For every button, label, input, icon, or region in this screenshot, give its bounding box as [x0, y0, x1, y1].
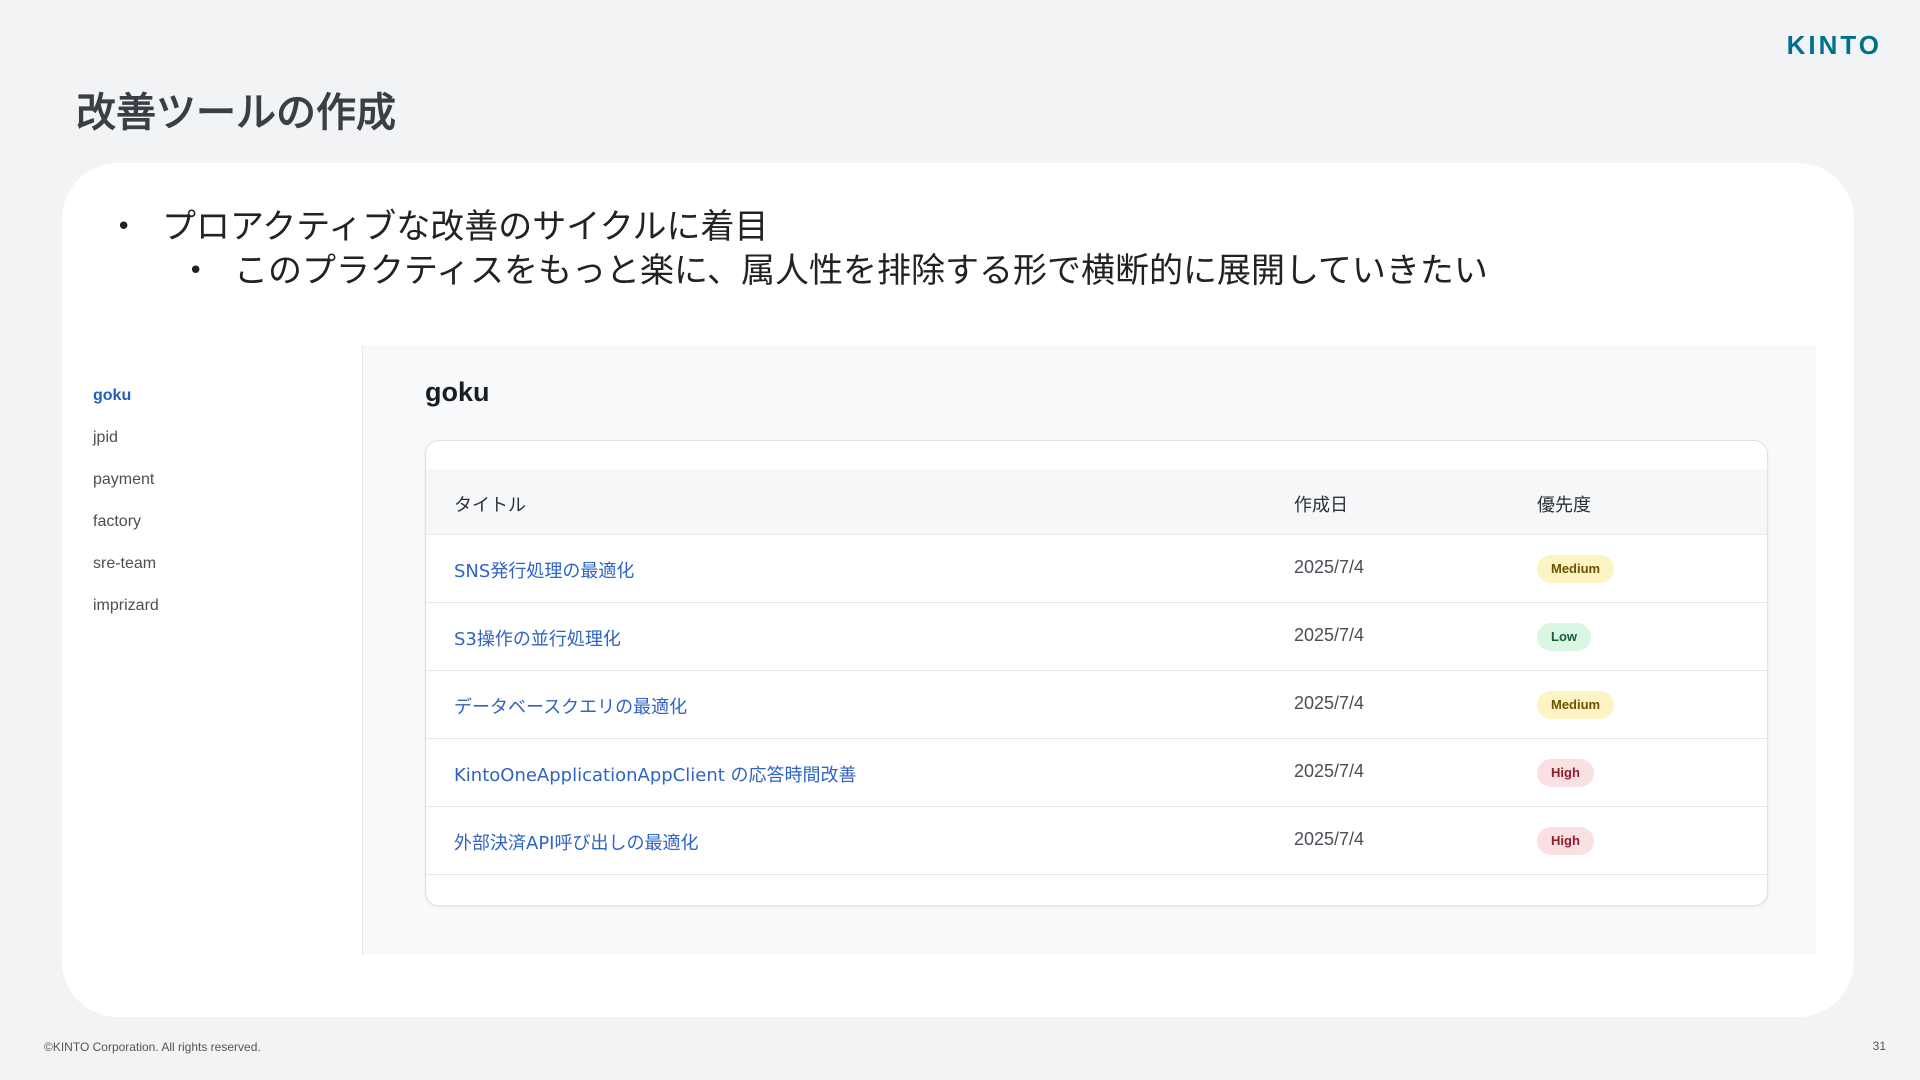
bullet-text: このプラクティスをもっと楽に、属人性を排除する形で横断的に展開していきたい	[234, 251, 1488, 291]
priority-badge: Medium	[1537, 555, 1615, 583]
content-card: • プロアクティブな改善のサイクルに着目 • このプラクティスをもっと楽に、属人…	[62, 163, 1854, 1017]
bullet-level1: • プロアクティブな改善のサイクルに着目	[116, 205, 1488, 249]
priority-badge: Medium	[1537, 691, 1615, 719]
project-title: goku	[425, 377, 490, 407]
bullet-dot-icon: •	[116, 212, 132, 242]
table-header: タイトル 作成日 優先度	[426, 469, 1767, 535]
issue-date: 2025/7/4	[1294, 761, 1365, 781]
bullet-list: • プロアクティブな改善のサイクルに着目 • このプラクティスをもっと楽に、属人…	[116, 205, 1488, 293]
issues-table: タイトル 作成日 優先度 SNS発行処理の最適化 2025/7/4 Medium…	[425, 440, 1768, 906]
issue-title-link[interactable]: 外部決済API呼び出しの最適化	[454, 829, 698, 855]
header-date: 作成日	[1294, 495, 1348, 516]
priority-badge: High	[1537, 759, 1594, 787]
issue-title-link[interactable]: SNS発行処理の最適化	[454, 557, 634, 583]
sidebar-item-goku[interactable]: goku	[93, 387, 131, 405]
header-priority: 優先度	[1537, 495, 1591, 516]
sidebar-item-sre-team[interactable]: sre-team	[93, 555, 156, 573]
slide: KINTO 改善ツールの作成 • プロアクティブな改善のサイクルに着目 • この…	[0, 0, 1920, 1080]
priority-badge: High	[1537, 827, 1594, 855]
table-row: SNS発行処理の最適化 2025/7/4 Medium	[426, 535, 1767, 603]
table-row: データベースクエリの最適化 2025/7/4 Medium	[426, 671, 1767, 739]
issue-title-link[interactable]: KintoOneApplicationAppClient の応答時間改善	[454, 761, 857, 787]
slide-title: 改善ツールの作成	[76, 90, 396, 136]
project-sidebar: goku jpid payment factory sre-team impri…	[62, 345, 362, 955]
bullet-text: プロアクティブな改善のサイクルに着目	[162, 207, 769, 247]
page-number: 31	[1872, 1039, 1886, 1053]
issue-date: 2025/7/4	[1294, 557, 1365, 577]
table-row: KintoOneApplicationAppClient の応答時間改善 202…	[426, 739, 1767, 807]
sidebar-item-jpid[interactable]: jpid	[93, 429, 118, 447]
copyright: ©KINTO Corporation. All rights reserved.	[44, 1040, 261, 1054]
issue-date: 2025/7/4	[1294, 693, 1365, 713]
kinto-logo: KINTO	[1786, 30, 1882, 60]
table-row: S3操作の並行処理化 2025/7/4 Low	[426, 603, 1767, 671]
issue-date: 2025/7/4	[1294, 829, 1365, 849]
table-row: 外部決済API呼び出しの最適化 2025/7/4 High	[426, 807, 1767, 875]
sidebar-item-factory[interactable]: factory	[93, 513, 141, 531]
priority-badge: Low	[1537, 623, 1591, 651]
sidebar-item-payment[interactable]: payment	[93, 471, 154, 489]
issue-title-link[interactable]: データベースクエリの最適化	[454, 693, 687, 719]
bullet-level2: • このプラクティスをもっと楽に、属人性を排除する形で横断的に展開していきたい	[188, 249, 1488, 293]
issue-date: 2025/7/4	[1294, 625, 1365, 645]
project-main: goku タイトル 作成日 優先度 SNS発行処理の最適化 2025/7/4 M…	[362, 345, 1816, 955]
sidebar-item-imprizard[interactable]: imprizard	[93, 597, 159, 615]
bullet-dot-icon: •	[188, 256, 204, 286]
issue-title-link[interactable]: S3操作の並行処理化	[454, 625, 621, 651]
header-title: タイトル	[454, 495, 526, 516]
